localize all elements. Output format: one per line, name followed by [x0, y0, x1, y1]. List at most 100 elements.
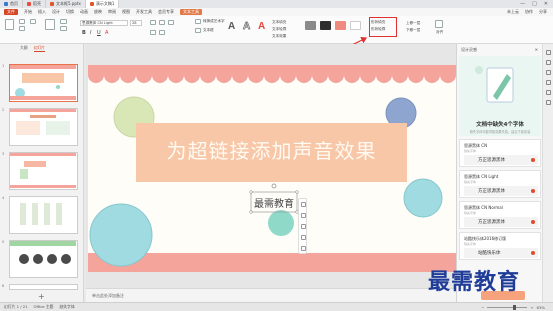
underline-button[interactable]: U — [97, 30, 101, 36]
align-right-icon[interactable] — [168, 20, 174, 25]
share-button[interactable]: 分享 — [539, 9, 547, 15]
zoom-slider[interactable] — [487, 304, 528, 310]
text-direction-icon[interactable] — [195, 19, 201, 24]
text-box-label[interactable]: 文本框 — [203, 28, 214, 33]
align-icon[interactable] — [435, 20, 443, 28]
tab-slides[interactable]: 幻灯片 — [33, 45, 45, 52]
bring-forward-button[interactable]: 上移一层 — [406, 21, 420, 26]
layout-icon[interactable] — [60, 19, 67, 24]
shape-style-gray[interactable] — [305, 21, 316, 30]
menu-slideshow[interactable]: 放映 — [94, 9, 102, 15]
side-tool-6-icon[interactable] — [546, 100, 551, 105]
menu-review[interactable]: 审阅 — [108, 9, 116, 15]
current-slide[interactable]: 为超链接添加声音效果 最需教育 — [88, 65, 456, 272]
float-tool-3[interactable] — [301, 224, 306, 229]
paste-icon[interactable] — [5, 19, 14, 30]
side-tool-1-icon[interactable] — [546, 50, 551, 55]
tab-presentation[interactable]: 演示文稿1 — [85, 0, 120, 8]
align-button[interactable]: 对齐 — [436, 30, 443, 35]
task-pane-close-icon[interactable]: ✕ — [535, 47, 538, 52]
font-color-button[interactable]: A — [105, 30, 108, 36]
slide-textbox[interactable]: 最需教育 — [251, 195, 297, 210]
slide-thumbnail-3[interactable] — [9, 152, 78, 190]
font-name-select[interactable]: 思源黑体 CN Light — [80, 20, 128, 26]
bold-button[interactable]: B — [82, 30, 86, 36]
close-button[interactable]: ✕ — [544, 1, 548, 7]
font-size-select[interactable]: 28 — [130, 20, 142, 26]
zoom-in-icon[interactable]: + — [530, 305, 533, 310]
notes-pane[interactable]: 单击此处添加备注 — [86, 288, 456, 302]
convert-art-label[interactable]: 转换成艺术字 — [203, 19, 225, 24]
download-icon[interactable] — [531, 251, 535, 255]
new-slide-icon[interactable] — [45, 19, 55, 30]
line-spacing-icon[interactable] — [150, 30, 156, 35]
text-effect-button[interactable]: 文本效果 — [272, 34, 286, 39]
bullets-icon[interactable] — [159, 30, 165, 35]
download-icon[interactable] — [531, 220, 535, 224]
download-icon[interactable] — [531, 189, 535, 193]
text-outline-button[interactable]: 文本轮廓 — [272, 27, 286, 32]
menu-developer[interactable]: 开发工具 — [136, 9, 152, 15]
minimize-button[interactable]: — — [520, 1, 525, 7]
tab-home[interactable]: 首页 — [0, 0, 23, 8]
tab-docer[interactable]: 稻壳 — [23, 0, 46, 8]
format-painter-icon[interactable] — [30, 19, 36, 24]
shape-style-white[interactable] — [350, 21, 361, 30]
shape-style-dark[interactable] — [320, 21, 331, 30]
slide-thumbnail-1[interactable] — [9, 64, 78, 102]
thumb-number: 3 — [2, 152, 5, 156]
float-tool-5[interactable] — [301, 246, 306, 251]
zoom-level[interactable]: 63% — [537, 305, 545, 310]
slide-thumbnail-2[interactable] — [9, 108, 78, 146]
menu-transition[interactable]: 切换 — [66, 9, 74, 15]
slide-thumbnail-5[interactable] — [9, 240, 78, 278]
float-tool-1[interactable] — [301, 202, 306, 207]
font-card[interactable]: 站酷快乐体2016修订版 缺失字体 站酷快乐体 — [459, 232, 541, 260]
cut-icon[interactable] — [19, 19, 25, 24]
side-tool-3-icon[interactable] — [546, 70, 551, 75]
side-tool-4-icon[interactable] — [546, 80, 551, 85]
menu-home[interactable]: 开始 — [24, 9, 32, 15]
text-style-a-red[interactable]: A — [258, 21, 265, 32]
align-left-icon[interactable] — [150, 20, 156, 25]
menu-view[interactable]: 视图 — [122, 9, 130, 15]
side-tool-5-icon[interactable] — [546, 90, 551, 95]
font-card[interactable]: 思源黑体 CN Light 缺失字体 方正思源黑体 — [459, 170, 541, 198]
maximize-button[interactable]: □ — [532, 1, 537, 7]
tab-document[interactable]: 文本框5.pptx — [46, 0, 86, 8]
text-style-a-outline[interactable]: A — [243, 21, 251, 33]
menu-insert[interactable]: 插入 — [38, 9, 46, 15]
font-card[interactable]: 思源黑体 CN Normal 缺失字体 方正思源黑体 — [459, 201, 541, 229]
slide-thumbnail-4[interactable] — [9, 196, 78, 234]
copy-icon[interactable] — [19, 26, 25, 31]
font-preview-text: 方正思源黑体 — [478, 158, 505, 163]
download-icon[interactable] — [531, 158, 535, 162]
zoom-out-icon[interactable]: − — [481, 305, 484, 310]
cloud-status[interactable]: 未上云 — [507, 9, 519, 15]
zoom-slider-knob[interactable] — [513, 304, 517, 310]
section-icon[interactable] — [60, 26, 67, 31]
side-tool-2-icon[interactable] — [546, 60, 551, 65]
shape-style-pink[interactable] — [335, 21, 346, 30]
tab-outline[interactable]: 大纲 — [20, 45, 28, 51]
italic-button[interactable]: I — [90, 30, 91, 36]
menu-animation[interactable]: 动画 — [80, 9, 88, 15]
menu-member[interactable]: 会员专享 — [158, 9, 174, 15]
text-fill-button[interactable]: 文本填充 — [272, 20, 286, 25]
text-box-icon[interactable] — [195, 28, 201, 33]
collaborate-button[interactable]: 协作 — [525, 9, 533, 15]
align-center-icon[interactable] — [159, 20, 165, 25]
slide-thumbnail-6[interactable] — [9, 284, 78, 290]
float-tool-4[interactable] — [301, 235, 306, 240]
file-menu[interactable]: 文件 — [4, 9, 18, 15]
slide-title[interactable]: 为超链接添加声音效果 — [136, 135, 407, 164]
missing-font-status[interactable]: 缺失字体 — [59, 304, 74, 310]
menu-design[interactable]: 设计 — [52, 9, 60, 15]
float-tool-2[interactable] — [301, 213, 306, 218]
font-card[interactable]: 思源黑体 CN 缺失字体 方正思源黑体 — [459, 139, 541, 167]
menu-text-tools[interactable]: 文本工具 — [180, 9, 202, 15]
add-slide-button[interactable]: + — [38, 292, 45, 301]
text-style-a-plain[interactable]: A — [228, 21, 235, 32]
ppt-icon — [89, 2, 94, 6]
send-backward-button[interactable]: 下移一层 — [406, 28, 420, 33]
